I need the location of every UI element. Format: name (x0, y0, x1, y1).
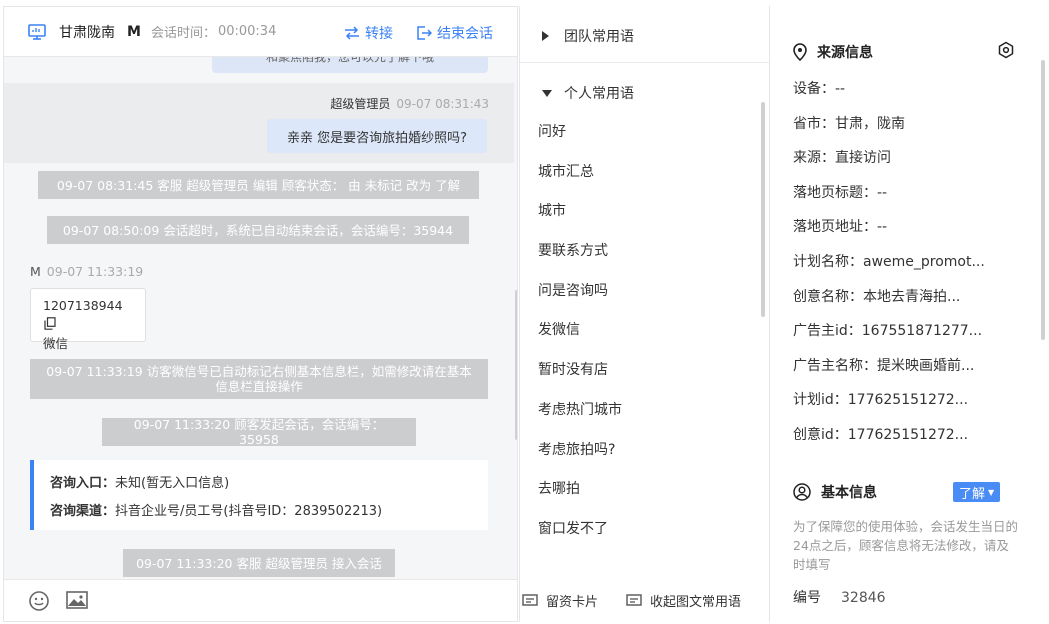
phrase-item[interactable]: 考虑热门城市 (538, 399, 622, 439)
personal-phrases-group[interactable]: 个人常用语 (542, 83, 634, 103)
message-list[interactable]: 和聚焦陷我，您可以先了解下哦 超级管理员 09-07 08:31:43 亲亲 您是… (4, 57, 514, 582)
phrases-footer: 留资卡片 收起图文常用语 (520, 580, 769, 622)
visitor-name: M (30, 264, 41, 279)
source-field: 创意id：177625151272... (793, 426, 969, 443)
visitor-message-meta: M 09-07 11:33:19 (30, 264, 143, 279)
chat-workspace: 甘肃陇南 M 会话时间： 00:00:34 转接 结束会话 和聚焦陷我，您可以先… (0, 0, 1049, 624)
source-field: 计划id：177625151272... (793, 392, 969, 409)
card-icon (522, 593, 538, 606)
source-field: 设备：-- (793, 81, 846, 97)
collapse-image-phrases-label: 收起图文常用语 (650, 595, 742, 610)
phrase-item[interactable]: 城市汇总 (538, 161, 622, 201)
source-field: 省市：甘肃，陇南 (793, 115, 905, 132)
wechat-label: 微信 (43, 336, 69, 351)
channel-value: 抖音企业号/员工号(抖音号ID：2839502213) (115, 504, 383, 519)
end-session-label: 结束会话 (437, 26, 493, 42)
message-icon (626, 593, 642, 606)
agent-message-time: 09-07 08:31:43 (396, 97, 489, 111)
customer-status-label: 了解 (959, 486, 986, 502)
source-field: 创意名称：本地去青海拍... (793, 288, 961, 305)
exit-icon (417, 26, 432, 40)
phrase-list: 问好 城市汇总 城市 要联系方式 问是咨询吗 发微信 暂时没有店 考虑热门城市 … (538, 121, 622, 558)
source-field: 来源：直接访问 (793, 150, 891, 167)
source-info-title: 来源信息 (793, 42, 873, 62)
entry-key: 咨询入口： (50, 476, 116, 491)
visitor-initial: M (127, 23, 141, 40)
system-note: 09-07 08:50:09 会话超时，系统已自动结束会话，会话编号：35944 (47, 216, 469, 244)
edit-deadline-note: 为了保障您的使用体验，会话发生当日的24点之后，顾客信息将无法修改，请及时填写 (793, 519, 1019, 572)
wechat-number: 1207138944 (43, 298, 123, 313)
source-field: 落地页地址：-- (793, 219, 888, 236)
phrase-item[interactable]: 问好 (538, 121, 622, 161)
phrase-item[interactable]: 考虑旅拍吗? (538, 439, 622, 479)
customer-status-dropdown[interactable]: 了解 ▼ (953, 482, 1001, 502)
system-note: 09-07 11:33:20 客服 超级管理员 接入会话 (123, 549, 395, 577)
phrase-item[interactable]: 城市 (538, 200, 622, 240)
phrase-item[interactable]: 去哪拍 (538, 478, 622, 518)
location-pin-icon (793, 43, 807, 61)
system-note: 09-07 11:33:20 顾客发起会话，会话编号：35958 (102, 417, 416, 447)
chat-toolbar (4, 579, 517, 621)
basic-info-title: 基本信息 (793, 482, 877, 502)
agent-name: 超级管理员 (330, 97, 391, 111)
user-icon (793, 483, 811, 501)
basic-info-label: 基本信息 (821, 485, 877, 501)
caret-down-icon: ▼ (988, 487, 995, 497)
source-field: 广告主名称：提米映画婚前... (793, 357, 975, 374)
caret-down-icon (542, 89, 552, 97)
channel-key: 咨询渠道： (50, 504, 116, 519)
divider (520, 62, 769, 63)
transfer-label: 转接 (365, 26, 393, 42)
chat-header: 甘肃陇南 M 会话时间： 00:00:34 转接 结束会话 (4, 7, 517, 57)
chat-panel: 甘肃陇南 M 会话时间： 00:00:34 转接 结束会话 和聚焦陷我，您可以先… (3, 6, 518, 622)
contact-card-button[interactable]: 留资卡片 (522, 591, 598, 610)
phrase-item[interactable]: 要联系方式 (538, 240, 622, 280)
visitor-message-time: 09-07 11:33:19 (46, 264, 144, 279)
agent-message-partial: 和聚焦陷我，您可以先了解下哦 (212, 57, 488, 73)
agent-message-meta: 超级管理员 09-07 08:31:43 (330, 95, 489, 112)
transfer-icon (345, 26, 359, 40)
phrases-scrollbar[interactable] (761, 102, 765, 317)
phrase-item[interactable]: 问是咨询吗 (538, 280, 622, 320)
entry-value: 未知(暂无入口信息) (115, 476, 230, 491)
consultation-info-card: 咨询入口：未知(暂无入口信息) 咨询渠道：抖音企业号/员工号(抖音号ID：283… (30, 460, 488, 530)
agent-message-bubble: 亲亲 您是要咨询旅拍婚纱照吗? (267, 119, 487, 153)
source-info-list: 设备：-- 省市：甘肃，陇南 来源：直接访问 落地页标题：-- 落地页地址：--… (793, 78, 1033, 459)
system-note: 09-07 08:31:45 客服 超级管理员 编辑 顾客状态： 由 未标记 改… (38, 171, 479, 199)
copy-icon[interactable] (44, 317, 56, 335)
phrase-item[interactable]: 发微信 (538, 319, 622, 359)
session-time-label: 会话时间： (150, 26, 216, 41)
phrase-item[interactable]: 窗口发不了 (538, 518, 622, 558)
customer-info-panel: 来源信息 设备：-- 省市：甘肃，陇南 来源：直接访问 落地页标题：-- 落地页… (771, 6, 1049, 624)
wechat-card: 1207138944 微信 (30, 288, 146, 351)
customer-id-value: 32846 (841, 590, 886, 606)
customer-id-label: 编号 (793, 590, 821, 606)
image-icon[interactable] (66, 590, 88, 612)
collapse-image-phrases-button[interactable]: 收起图文常用语 (626, 591, 741, 610)
transfer-button[interactable]: 转接 (344, 23, 393, 43)
monitor-icon (28, 23, 46, 40)
message-scrollbar[interactable] (515, 290, 517, 440)
team-phrases-label: 团队常用语 (564, 29, 634, 45)
system-note: 09-07 11:33:19 访客微信号已自动标记右侧基本信息栏，如需修改请在基… (30, 359, 488, 399)
settings-icon[interactable] (997, 41, 1015, 59)
caret-right-icon (542, 31, 552, 41)
team-phrases-group[interactable]: 团队常用语 (542, 26, 634, 46)
end-session-button[interactable]: 结束会话 (416, 23, 493, 43)
personal-phrases-label: 个人常用语 (564, 86, 634, 102)
source-field: 计划名称：aweme_promot... (793, 253, 985, 270)
contact-card-label: 留资卡片 (546, 595, 599, 610)
session-time: 00:00:34 (217, 24, 277, 39)
phrase-item[interactable]: 暂时没有店 (538, 359, 622, 399)
customer-id-row: 编号 32846 (793, 587, 886, 607)
visitor-region: 甘肃陇南 (59, 24, 115, 41)
source-info-label: 来源信息 (817, 45, 873, 61)
source-field: 落地页标题：-- (793, 184, 888, 201)
emoji-icon[interactable] (28, 590, 50, 612)
source-field: 广告主id：167551871277... (793, 323, 983, 340)
quick-phrases-panel: 团队常用语 个人常用语 问好 城市汇总 城市 要联系方式 问是咨询吗 发微信 暂… (519, 6, 770, 622)
info-scrollbar[interactable] (1041, 60, 1045, 340)
